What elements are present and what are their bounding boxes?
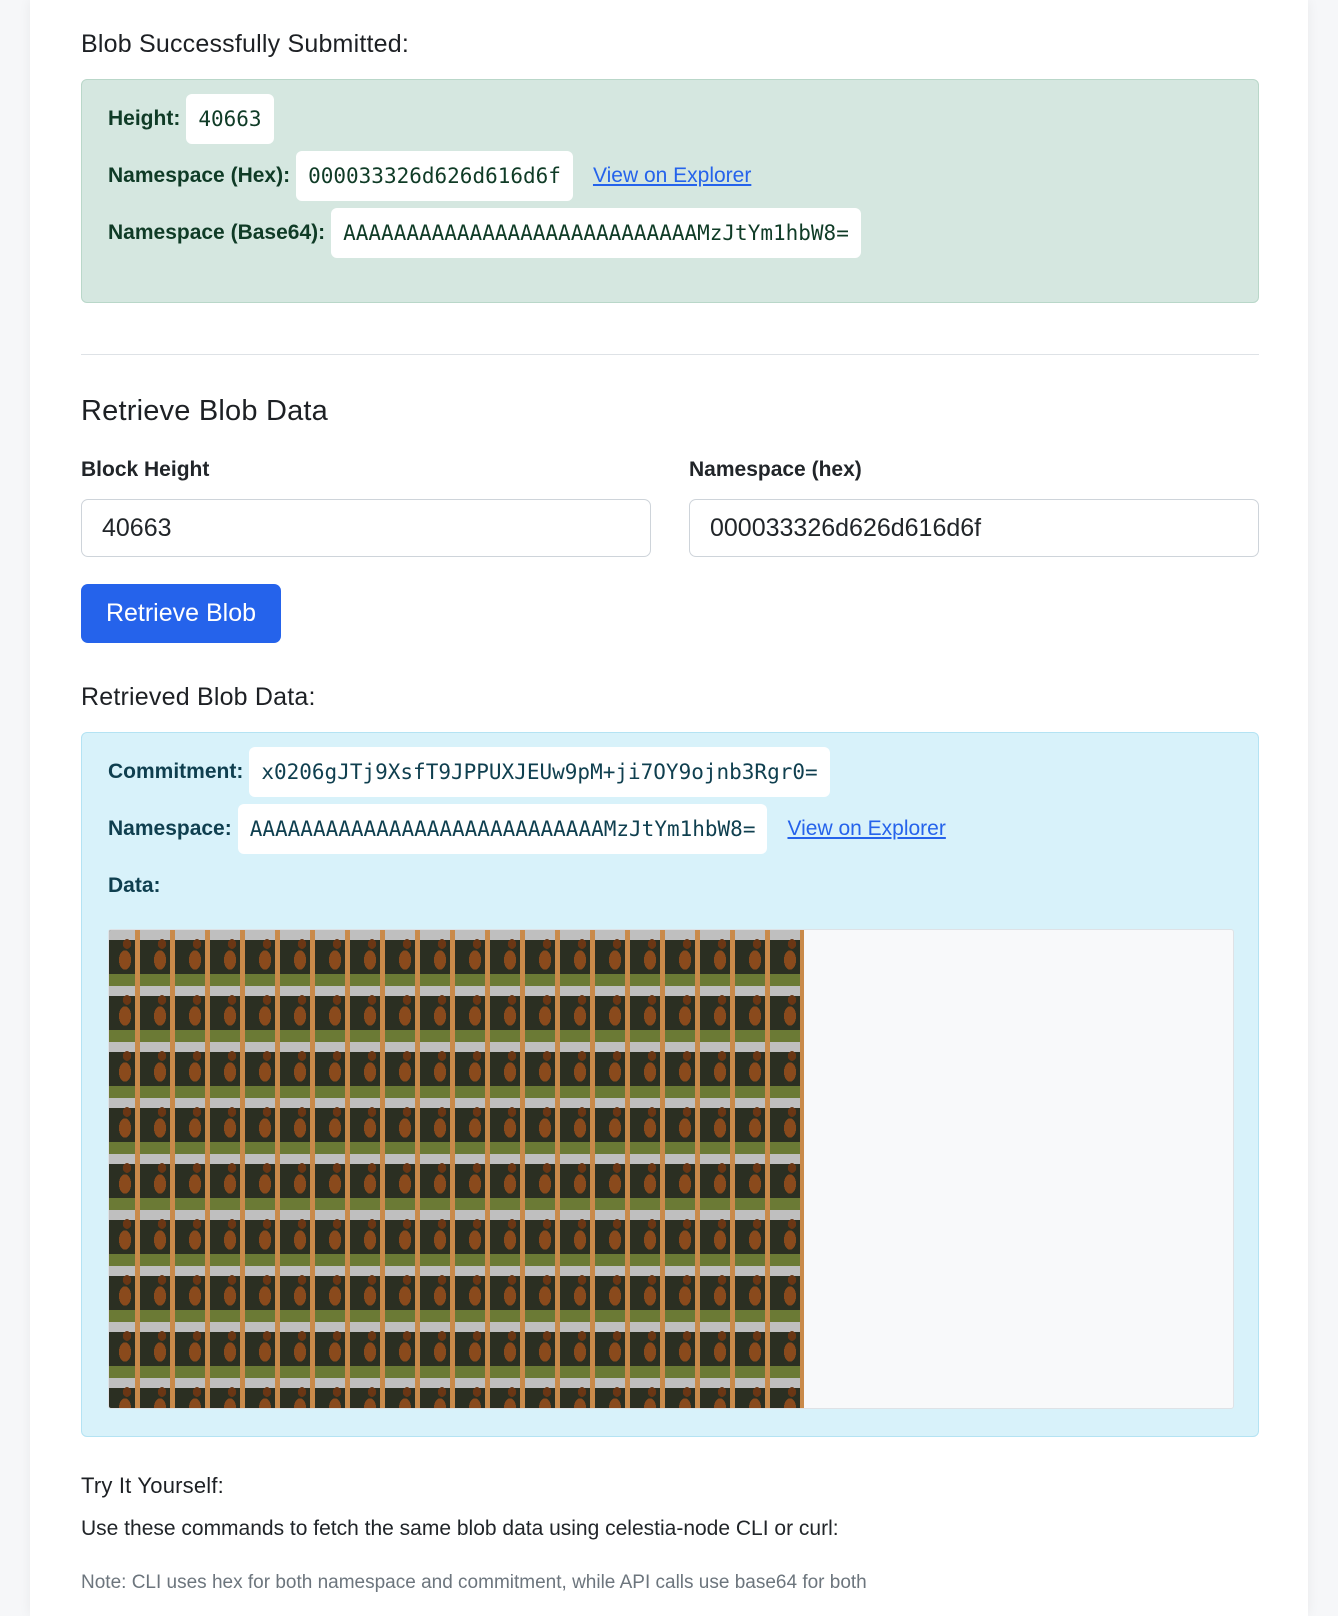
- submission-result-panel: Height: 40663 Namespace (Hex): 000033326…: [81, 79, 1259, 303]
- view-on-explorer-link[interactable]: View on Explorer: [593, 164, 751, 188]
- try-it-heading: Try It Yourself:: [81, 1473, 224, 1498]
- namespace-hex-row: Namespace (Hex): 000033326d626d616d6f Vi…: [108, 151, 751, 201]
- retrieved-heading: Retrieved Blob Data:: [81, 683, 316, 711]
- namespace-hex-input[interactable]: 000033326d626d616d6f: [689, 499, 1259, 557]
- section-divider: [81, 354, 1259, 355]
- encoding-note: Note: CLI uses hex for both namespace an…: [81, 1572, 867, 1593]
- main-card: Blob Successfully Submitted: Height: 406…: [30, 0, 1308, 1616]
- block-height-input[interactable]: 40663: [81, 499, 651, 557]
- namespace-label: Namespace:: [108, 817, 232, 840]
- height-value: 40663: [186, 94, 274, 144]
- block-height-label: Block Height: [81, 458, 210, 481]
- commitment-row: Commitment: x0206gJTj9XsfT9JPPUXJEUw9pM+…: [108, 747, 830, 797]
- commitment-value: x0206gJTj9XsfT9JPPUXJEUw9pM+ji7OY9ojnb3R…: [249, 747, 830, 797]
- namespace-base64-row: Namespace (Base64): AAAAAAAAAAAAAAAAAAAA…: [108, 208, 861, 258]
- submitted-heading: Blob Successfully Submitted:: [81, 30, 409, 58]
- namespace-hex-value: 000033326d626d616d6f: [296, 151, 573, 201]
- namespace-hex-field-label: Namespace (hex): [689, 458, 862, 481]
- height-row: Height: 40663: [108, 94, 274, 144]
- namespace-row: Namespace: AAAAAAAAAAAAAAAAAAAAAAAAAAAAM…: [108, 804, 946, 854]
- commitment-label: Commitment:: [108, 760, 244, 783]
- namespace-hex-label: Namespace (Hex):: [108, 164, 291, 187]
- data-row: Data:: [108, 861, 167, 911]
- namespace-base64-value: AAAAAAAAAAAAAAAAAAAAAAAAAAAAMzJtYm1hbW8=: [331, 208, 861, 258]
- view-on-explorer-link[interactable]: View on Explorer: [787, 817, 945, 841]
- namespace-base64-label: Namespace (Base64):: [108, 221, 326, 244]
- retrieve-blob-button[interactable]: Retrieve Blob: [81, 584, 281, 643]
- retrieve-heading: Retrieve Blob Data: [81, 395, 328, 427]
- height-label: Height:: [108, 107, 181, 130]
- data-label: Data:: [108, 874, 161, 897]
- blob-data-display: [108, 929, 1234, 1409]
- retrieved-result-panel: Commitment: x0206gJTj9XsfT9JPPUXJEUw9pM+…: [81, 732, 1259, 1437]
- try-it-description: Use these commands to fetch the same blo…: [81, 1517, 839, 1540]
- namespace-value: AAAAAAAAAAAAAAAAAAAAAAAAAAAAMzJtYm1hbW8=: [237, 804, 768, 854]
- blob-image: [109, 930, 804, 1408]
